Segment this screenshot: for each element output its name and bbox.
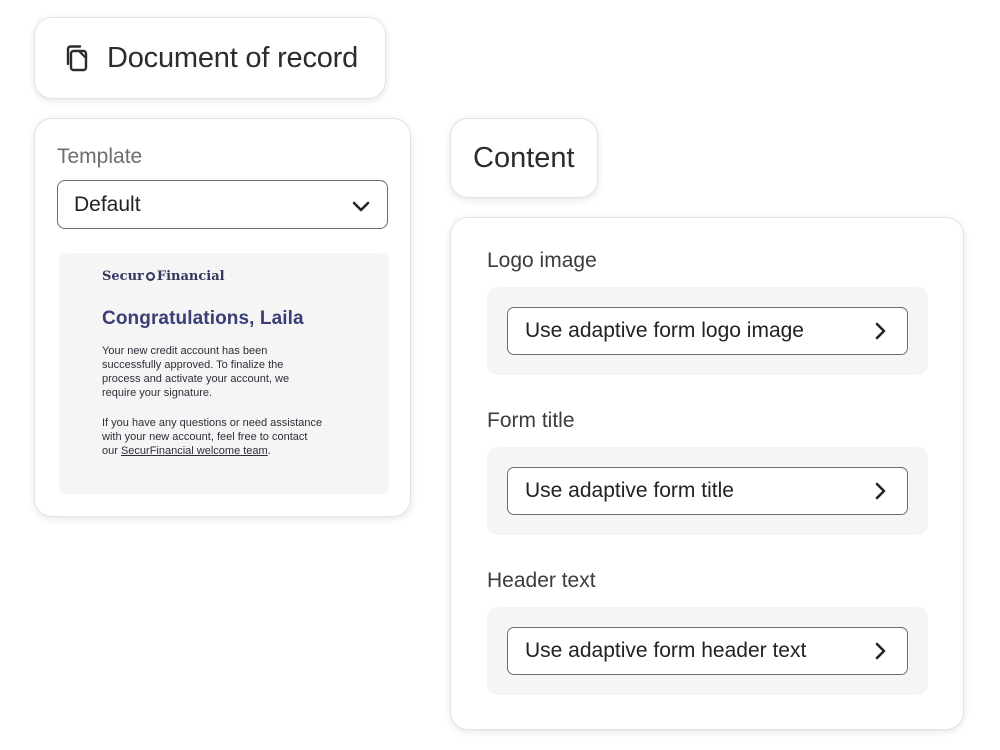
preview-paragraph-2: If you have any questions or need assist… (102, 416, 324, 458)
preview-logo-right: Financial (156, 269, 225, 284)
tab-content[interactable]: Content (450, 118, 598, 198)
logo-image-button[interactable]: Use adaptive form logo image (507, 307, 908, 355)
chevron-down-icon (352, 201, 370, 212)
template-preview: Secur Financial Congratulations, Laila Yo… (59, 253, 389, 494)
content-panel: Logo image Use adaptive form logo image … (450, 217, 964, 730)
logo-ring-icon (145, 272, 155, 281)
logo-image-label: Logo image (487, 249, 597, 272)
header-text-button[interactable]: Use adaptive form header text (507, 627, 908, 675)
chevron-right-icon (875, 642, 886, 660)
template-panel: Template Default Secur Financial Congratu… (34, 118, 411, 517)
form-title-value: Use adaptive form title (525, 479, 734, 502)
form-title-field: Use adaptive form title (487, 447, 928, 535)
template-selected-value: Default (74, 192, 141, 216)
template-dropdown[interactable]: Default (57, 180, 388, 229)
preview-logo: Secur Financial (102, 269, 389, 284)
form-title-label: Form title (487, 409, 575, 432)
template-label: Template (57, 145, 143, 168)
header-text-label: Header text (487, 569, 596, 592)
preview-welcome-team-link: SecurFinancial welcome team (120, 445, 268, 457)
copy-icon (66, 45, 88, 72)
preview-heading: Congratulations, Laila (102, 308, 304, 329)
preview-logo-left: Secur (102, 269, 144, 284)
logo-image-value: Use adaptive form logo image (525, 319, 804, 342)
form-title-button[interactable]: Use adaptive form title (507, 467, 908, 515)
tab-content-label: Content (473, 141, 575, 174)
chevron-right-icon (875, 322, 886, 340)
preview-paragraph-1: Your new credit account has been success… (102, 345, 290, 399)
preview-paragraph-2-end: . (267, 445, 271, 457)
logo-image-field: Use adaptive form logo image (487, 287, 928, 375)
chevron-right-icon (875, 482, 886, 500)
header-text-field: Use adaptive form header text (487, 607, 928, 695)
document-of-record-header: Document of record (34, 17, 386, 99)
document-of-record-title: Document of record (107, 41, 359, 74)
header-text-value: Use adaptive form header text (525, 639, 807, 662)
